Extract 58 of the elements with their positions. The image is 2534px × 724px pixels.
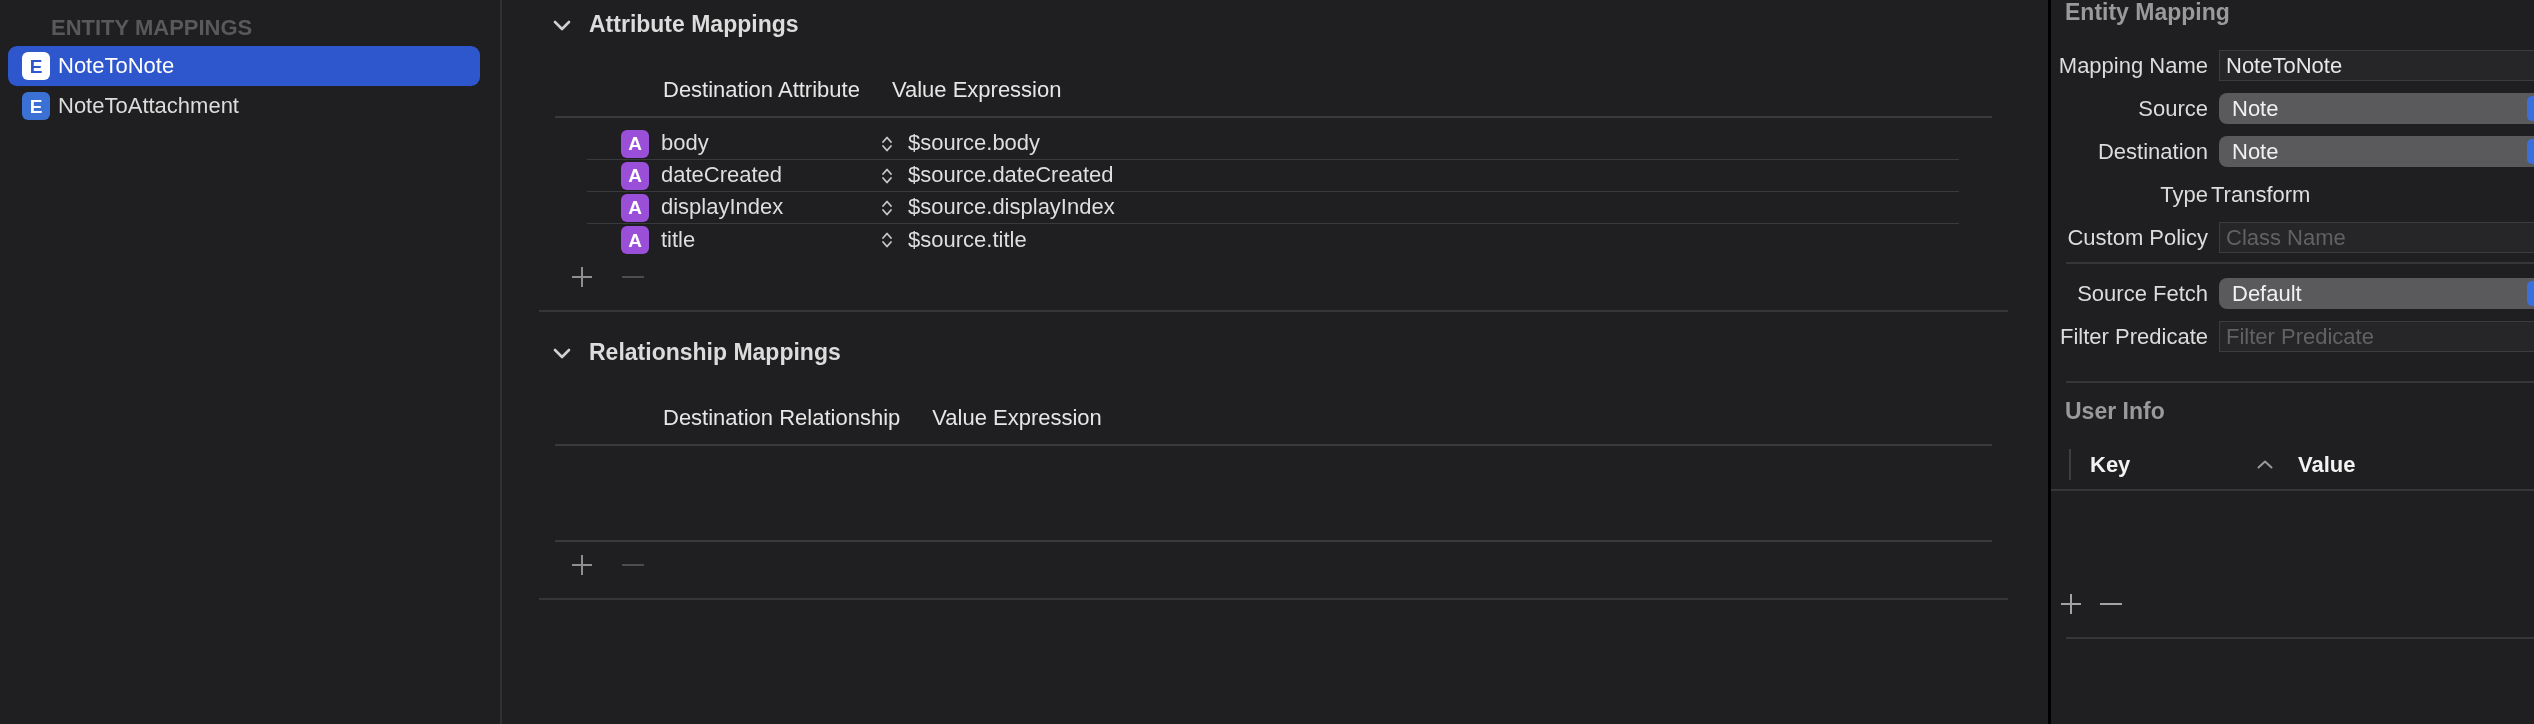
column-header: Value Expression (932, 404, 1102, 431)
sidebar-item[interactable]: E NoteToNote (8, 46, 480, 86)
add-button[interactable] (571, 266, 593, 288)
text-field[interactable]: NoteToNote (2219, 50, 2534, 82)
stepper-icon[interactable] (881, 231, 893, 249)
section-header: ENTITY MAPPINGS (50, 15, 253, 41)
column-header: Value Expression (891, 76, 1062, 103)
value-text: Transform (2211, 181, 2311, 209)
stepper-icon[interactable] (881, 134, 893, 153)
plus-icon (2060, 592, 2082, 615)
section-title: User Info (2065, 398, 2165, 425)
stepper-icon[interactable] (881, 198, 893, 217)
field-label: Mapping Name (2058, 52, 2208, 80)
text-field[interactable]: Filter Predicate (2219, 321, 2534, 353)
add-button[interactable] (571, 554, 593, 576)
attribute-icon: A (621, 129, 649, 158)
field-label: Source (2137, 95, 2208, 123)
table-cell: $source.displayIndex (908, 194, 1115, 221)
entity-icon: E (22, 52, 50, 80)
chevron-down-icon[interactable] (553, 347, 571, 359)
plus-icon (571, 266, 593, 288)
remove-button[interactable] (2100, 602, 2122, 605)
table-cell: $source.body (908, 130, 1041, 157)
field-label: Destination (2096, 138, 2208, 166)
minus-icon (2100, 602, 2122, 605)
plus-icon (571, 554, 593, 576)
add-button[interactable] (2060, 592, 2082, 615)
table-cell-text: displayIndex (661, 194, 785, 221)
table-cell-text: dateCreated (661, 162, 784, 189)
column-header[interactable]: Key (2090, 451, 2257, 478)
field-label: Type (2159, 181, 2208, 209)
section-title: Attribute Mappings (589, 11, 799, 39)
attribute-icon: A (621, 193, 649, 222)
table-cell-text: title (661, 226, 697, 254)
section-title: Relationship Mappings (589, 339, 841, 367)
popup-button[interactable]: Note (2219, 136, 2534, 168)
panel-title: Entity Mapping (2065, 0, 2230, 25)
stepper-icon[interactable] (881, 166, 893, 185)
entity-icon: E (22, 92, 50, 120)
chevron-down-icon[interactable] (553, 19, 571, 31)
column-header: Destination Relationship (663, 404, 901, 431)
popup-button[interactable]: Note (2219, 93, 2534, 125)
table-cell: $source.title (908, 226, 1027, 254)
attribute-icon: A (621, 226, 649, 254)
column-header[interactable]: Value (2298, 451, 2356, 478)
minus-icon (622, 564, 644, 566)
field-label: Custom Policy (2066, 224, 2208, 252)
attribute-icon: A (621, 161, 649, 190)
table-cell-text: body (661, 130, 710, 157)
text-field[interactable]: Class Name (2219, 222, 2534, 254)
field-label: Filter Predicate (2059, 323, 2208, 351)
sidebar-item[interactable]: E NoteToAttachment (8, 86, 480, 126)
popup-button[interactable]: Default (2219, 278, 2534, 310)
minus-icon (622, 276, 644, 278)
table-cell: $source.dateCreated (908, 162, 1114, 189)
field-label: Source Fetch (2076, 280, 2208, 308)
column-header: Destination Attribute (663, 76, 860, 103)
caret-up-icon[interactable] (2257, 460, 2273, 470)
